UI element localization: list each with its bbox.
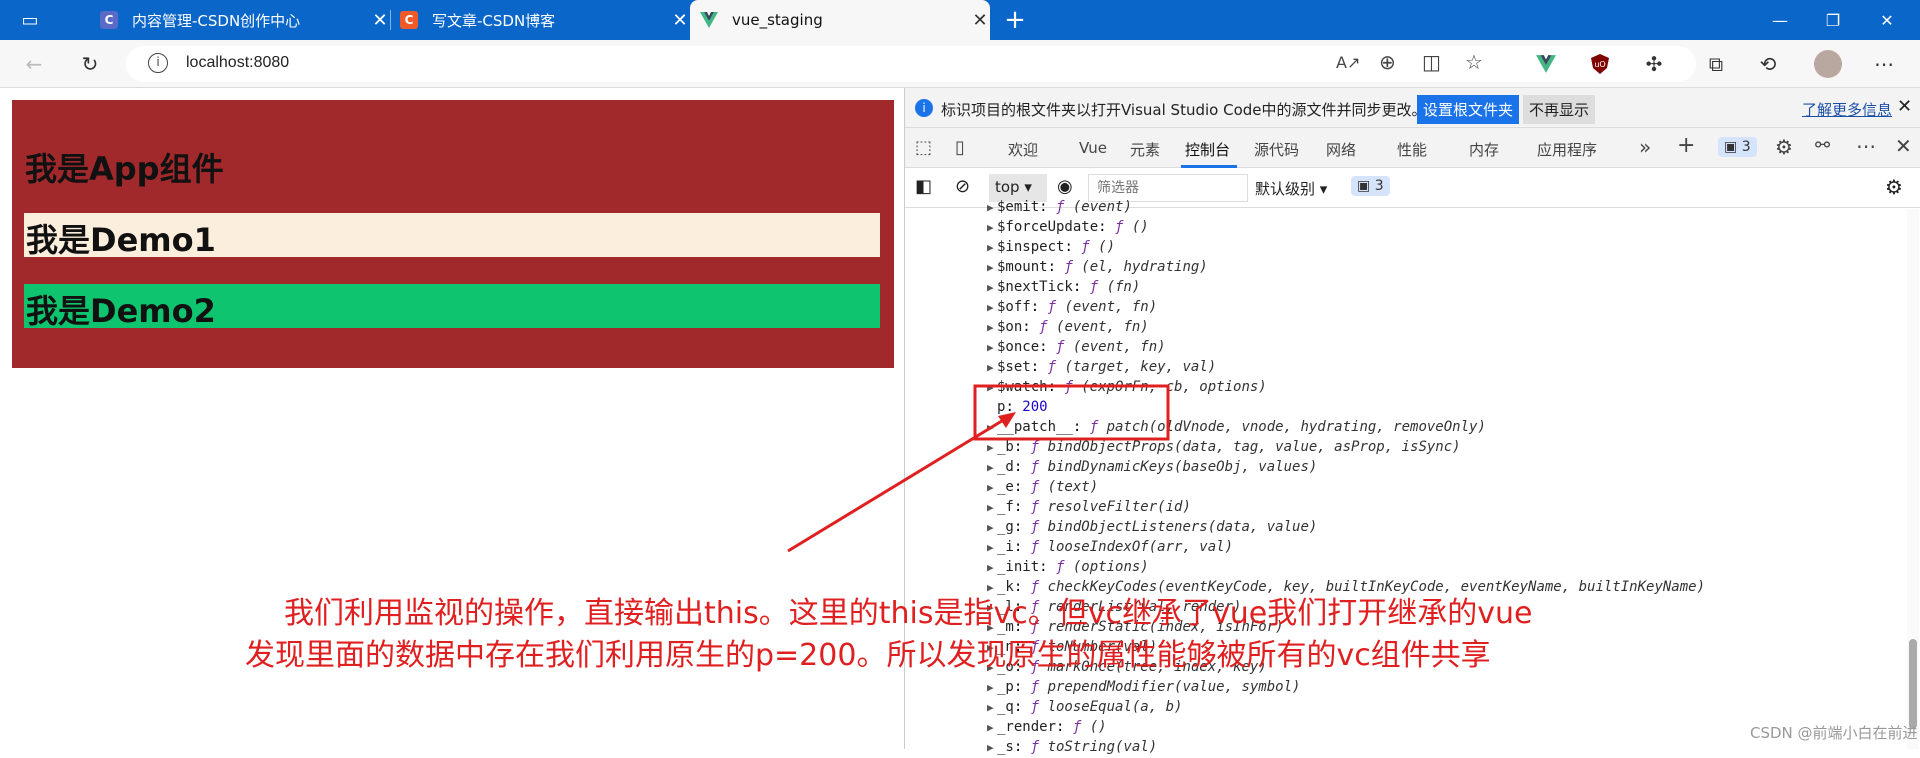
watermark: CSDN @前端小白在前进 — [1750, 724, 1918, 742]
annotation-line-1: 我们利用监视的操作，直接输出this。这里的this是指vc。但vc继承了vue… — [284, 596, 1533, 631]
annotation-line-2: 发现里面的数据中存在我们利用原生的p=200。所以发现原生的属性能够被所有的vc… — [245, 638, 1491, 673]
arrow-head — [998, 412, 1016, 428]
highlight-box — [973, 384, 1170, 441]
annotation-arrow — [787, 414, 1011, 553]
